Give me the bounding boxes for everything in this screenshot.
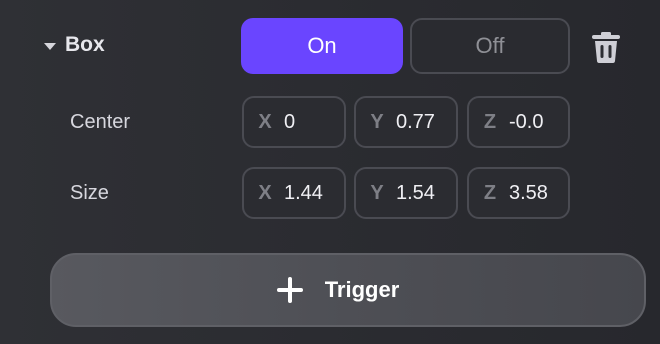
- add-trigger-button[interactable]: Trigger: [50, 253, 646, 327]
- center-x-axis-label: X: [258, 110, 272, 133]
- size-label: Size: [70, 182, 109, 204]
- center-y-value[interactable]: 0.77: [396, 111, 435, 134]
- center-z-value[interactable]: -0.0: [509, 111, 543, 134]
- center-z-axis-label: Z: [483, 110, 497, 133]
- size-y-value[interactable]: 1.54: [396, 182, 435, 205]
- center-x-value[interactable]: 0: [284, 111, 295, 134]
- size-z-field[interactable]: Z 3.58: [467, 167, 570, 219]
- center-z-field[interactable]: Z -0.0: [467, 96, 570, 148]
- center-y-field[interactable]: Y 0.77: [354, 96, 458, 148]
- caret-down-icon[interactable]: [44, 42, 56, 50]
- trash-icon[interactable]: [586, 27, 626, 67]
- plus-icon: [276, 277, 303, 303]
- trash-icon-graphic: [592, 32, 620, 63]
- size-z-axis-label: Z: [483, 181, 497, 204]
- center-label: Center: [70, 111, 131, 133]
- box-section-title: Box: [65, 33, 105, 56]
- add-trigger-label: Trigger: [324, 277, 400, 302]
- center-x-field[interactable]: X 0: [242, 96, 346, 148]
- size-x-axis-label: X: [258, 181, 272, 204]
- toggle-off-button[interactable]: Off: [410, 18, 570, 74]
- size-y-axis-label: Y: [370, 181, 384, 204]
- size-y-field[interactable]: Y 1.54: [354, 167, 458, 219]
- size-z-value[interactable]: 3.58: [509, 182, 548, 205]
- size-x-field[interactable]: X 1.44: [242, 167, 346, 219]
- size-x-value[interactable]: 1.44: [284, 182, 323, 205]
- center-y-axis-label: Y: [370, 110, 384, 133]
- collider-panel: Box On Off Center X 0 Y 0.77 Z -0.0 Size…: [0, 0, 660, 344]
- toggle-on-button[interactable]: On: [241, 18, 403, 74]
- box-section-header[interactable]: Box: [44, 30, 105, 60]
